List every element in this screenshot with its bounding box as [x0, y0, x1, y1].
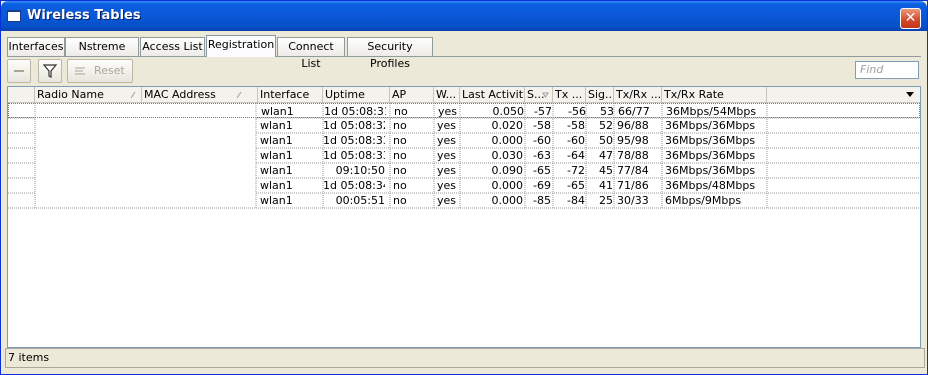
window-icon: [7, 10, 21, 22]
reset-button[interactable]: Reset: [67, 59, 133, 83]
tab-interfaces[interactable]: Interfaces: [7, 37, 65, 56]
registration-table: Radio Name MAC Address Interface Uptime …: [7, 86, 921, 348]
sort-indicator-icon: [130, 91, 136, 99]
column-header-uptime[interactable]: Uptime: [323, 87, 390, 102]
column-header-radio-name[interactable]: Radio Name: [35, 87, 142, 102]
find-input[interactable]: Find: [855, 61, 919, 79]
column-header-interface[interactable]: Interface: [258, 87, 323, 102]
grid-lines: [8, 103, 920, 209]
item-count: 7 items: [8, 351, 50, 364]
toolbar: Reset Find: [7, 59, 921, 83]
status-bar: 7 items: [5, 348, 925, 368]
column-header-wds[interactable]: W...: [434, 87, 460, 102]
close-icon: ✕: [904, 10, 917, 26]
table-header: Radio Name MAC Address Interface Uptime …: [8, 87, 920, 103]
column-header-filler: [767, 87, 904, 102]
sort-indicator-icon: [236, 91, 242, 99]
reset-label: Reset: [94, 64, 125, 77]
column-header-ap[interactable]: AP: [390, 87, 434, 102]
minus-icon: [14, 70, 24, 72]
sort-down-icon: [542, 92, 549, 98]
tab-connect-list[interactable]: Connect List: [277, 37, 345, 70]
filter-icon: [42, 64, 58, 78]
column-chooser-dropdown-icon[interactable]: [905, 90, 915, 99]
window-title: Wireless Tables: [27, 8, 141, 23]
wireless-tables-window: Wireless Tables ✕ Interfaces Nstreme Dua…: [0, 0, 928, 375]
column-header-marker[interactable]: [8, 87, 35, 102]
column-header-signal-noise[interactable]: Sig...: [586, 87, 614, 102]
tab-security-profiles[interactable]: Security Profiles: [347, 37, 433, 70]
tab-nstreme-dual[interactable]: Nstreme Dual: [65, 37, 139, 70]
column-header-tx-rx-ccq[interactable]: Tx/Rx ...: [614, 87, 662, 102]
tab-registration[interactable]: Registration: [206, 35, 276, 57]
tab-panel-border: [7, 56, 921, 57]
column-header-tx-strength[interactable]: Tx ...: [553, 87, 586, 102]
filter-button[interactable]: [38, 59, 62, 83]
title-bar[interactable]: Wireless Tables ✕: [1, 1, 927, 31]
column-header-tx-rx-rate[interactable]: Tx/Rx Rate: [662, 87, 767, 102]
tab-access-list[interactable]: Access List: [140, 37, 205, 56]
column-header-last-activity[interactable]: Last Activit...: [460, 87, 525, 102]
remove-button[interactable]: [7, 59, 31, 83]
close-button[interactable]: ✕: [900, 8, 921, 29]
reset-icon: [75, 67, 85, 75]
